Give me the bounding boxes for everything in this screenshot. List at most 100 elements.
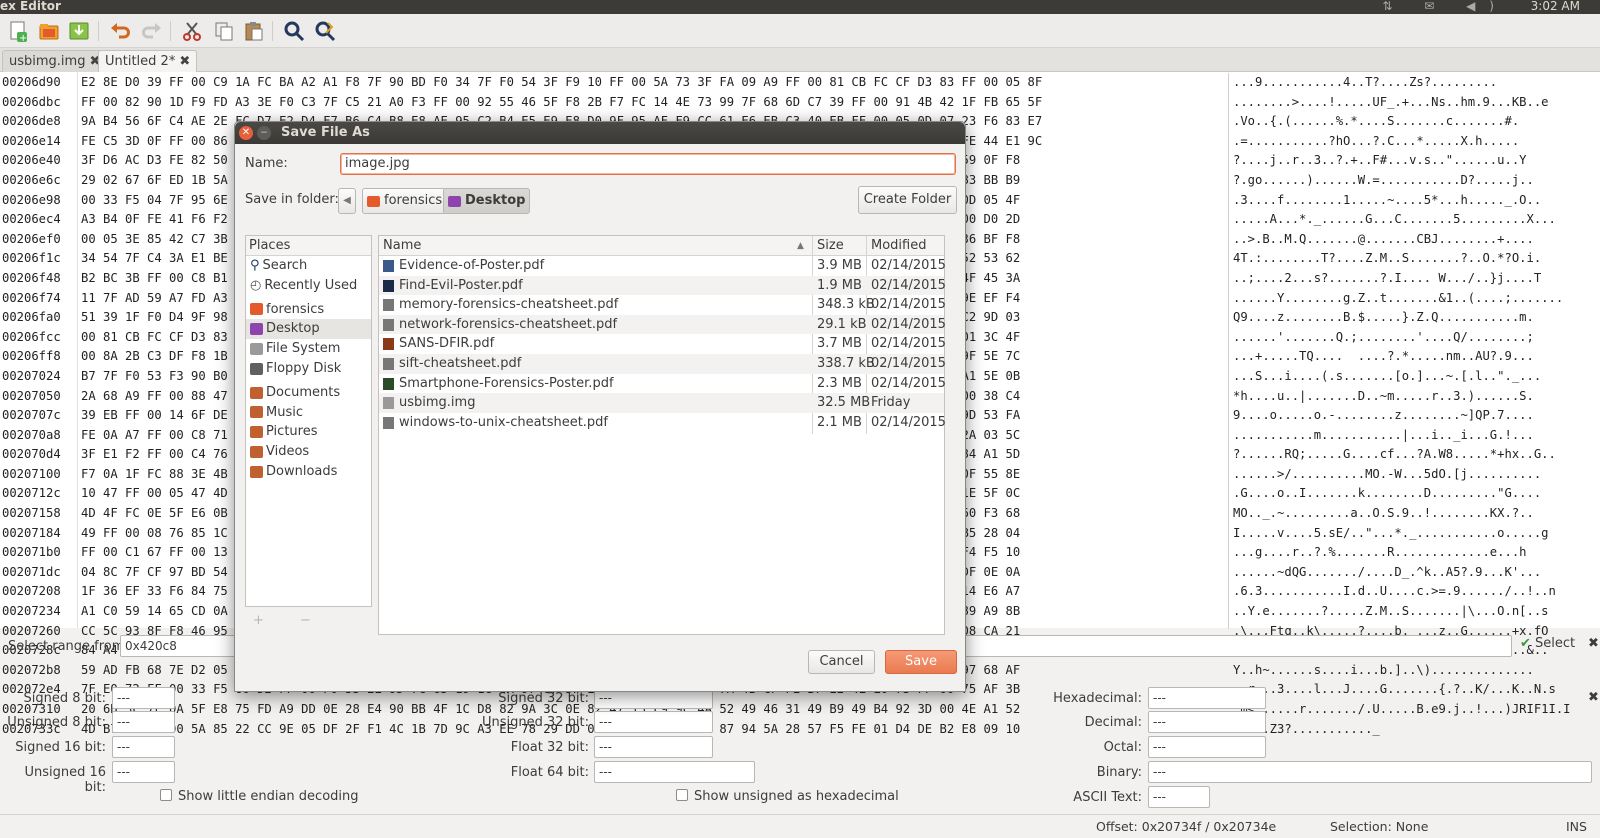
float-32-field[interactable]: --- [594, 736, 713, 758]
close-range-bar-icon[interactable]: ✖ [1588, 636, 1599, 651]
ascii-row[interactable]: ...S...i....(.s.......[o.]...~.[.l.."._.… [1233, 367, 1600, 387]
file-row[interactable]: usbimg.img 32.5 MB Friday [379, 393, 944, 413]
ascii-row[interactable]: ?.go......)......W.=...........D?.....j.… [1233, 171, 1600, 191]
find-icon[interactable] [282, 19, 306, 43]
ascii-row[interactable]: ?......RQ;.....G....cf...?A.W8.....*+hx.… [1233, 445, 1600, 465]
decimal-field[interactable]: --- [1148, 711, 1266, 733]
ascii-row[interactable]: ...g....r..?.%.......R.............e...h [1233, 543, 1600, 563]
place-forensics[interactable]: forensics [246, 300, 371, 320]
ascii-row[interactable]: MO.._.~.........a..O.S.9..!........KX.?.… [1233, 504, 1600, 524]
ascii-row[interactable]: ..Y.e.......?.....Z.M..S.......|\...O.n[… [1233, 602, 1600, 622]
ascii-row[interactable]: .3....f........1.....~....5*...h....._.O… [1233, 191, 1600, 211]
ascii-row[interactable]: .G....o..I.......k........D........."G..… [1233, 484, 1600, 504]
place-pictures[interactable]: Pictures [246, 422, 371, 442]
filename-input[interactable]: image.jpg [340, 153, 956, 175]
place-recently-used[interactable]: ◴ Recently Used [246, 276, 371, 296]
save-icon[interactable] [67, 19, 91, 43]
select-button[interactable]: ✔ Select [1520, 636, 1575, 651]
place-desktop[interactable]: Desktop [246, 319, 371, 340]
ascii-row[interactable]: 4T.:........T?....Z.M..S.......?..O.*?O.… [1233, 249, 1600, 269]
ascii-row[interactable]: ..;....2...s?.......?.I.... W.../..}j...… [1233, 269, 1600, 289]
cancel-button[interactable]: Cancel [808, 650, 875, 674]
place-videos[interactable]: Videos [246, 442, 371, 462]
hex-row[interactable]: FF 00 82 90 1D F9 FD A3 3E F0 C3 7F C5 2… [81, 93, 1221, 113]
path-back-icon[interactable]: ◀ [338, 188, 356, 214]
column-header-name[interactable]: Name [383, 238, 421, 253]
place-documents[interactable]: Documents [246, 383, 371, 403]
binary-field[interactable]: --- [1148, 761, 1592, 783]
new-document-icon[interactable]: + [6, 19, 30, 43]
ascii-row[interactable]: ...........m...........|...i.._i...G.!..… [1233, 426, 1600, 446]
place-music[interactable]: Music [246, 403, 371, 423]
save-button[interactable]: Save [885, 650, 957, 674]
place-file-system[interactable]: File System [246, 339, 371, 359]
ascii-row[interactable]: I.....v....5.sE/.."...*._...........o...… [1233, 524, 1600, 544]
ascii-row[interactable]: ?....j..r..3..?.+..F#...v.s.."......u..Y [1233, 151, 1600, 171]
open-folder-icon[interactable] [37, 19, 61, 43]
ascii-row[interactable]: ...9...........4..T?....Zs?......... [1233, 73, 1600, 93]
ascii-row[interactable]: .Vo..{.(......%.*....S.......c.......#. [1233, 112, 1600, 132]
ascii-row[interactable]: .=...........?hO...?.C...*.....X.h..... [1233, 132, 1600, 152]
ascii-row[interactable]: ......>/..........MO.-W...5dO.[j........… [1233, 465, 1600, 485]
file-list[interactable]: Name ▲ Size Modified Evidence-of-Poster.… [378, 235, 946, 635]
octal-field[interactable]: --- [1148, 736, 1266, 758]
ascii-row[interactable]: Y..h~......s....i...b.]..\).............… [1233, 661, 1600, 681]
place-downloads[interactable]: Downloads [246, 462, 371, 482]
signed-16-field[interactable]: --- [112, 736, 175, 758]
path-crumb-desktop[interactable]: Desktop [443, 188, 531, 214]
redo-icon[interactable] [140, 19, 164, 43]
file-row[interactable]: network-forensics-cheatsheet.pdf 29.1 kB 0… [379, 314, 946, 335]
paste-icon[interactable] [242, 19, 266, 43]
file-row[interactable]: Smartphone-Forensics-Poster.pdf 2.3 MB 02/… [379, 374, 946, 394]
ascii-row[interactable]: M.'..Z3?..........._ [1233, 720, 1600, 740]
hex-row[interactable]: E2 8E D0 39 FF 00 C9 1A FC BA A2 A1 F8 7… [81, 73, 1221, 93]
ascii-row[interactable]: ...+.....TQ.... ....?.*.....nm..AU?.9... [1233, 347, 1600, 367]
ascii-text-field[interactable]: --- [1148, 786, 1210, 808]
dialog-close-icon[interactable]: ✕ [239, 126, 253, 140]
unsigned-16-field[interactable]: --- [112, 761, 175, 783]
system-tray[interactable]: ⇅ ✉ ◀) [1382, 0, 1508, 12]
ascii-row[interactable]: *h....u..|.......D..~m.....r..3.)......S… [1233, 387, 1600, 407]
signed-8-field[interactable]: --- [112, 687, 175, 709]
unsigned-8-field[interactable]: --- [112, 711, 175, 733]
ascii-row[interactable]: .....A...*._......G...C.......5.........… [1233, 210, 1600, 230]
column-header-size[interactable]: Size [817, 238, 844, 253]
close-inspector-icon[interactable]: ✖ [1588, 690, 1599, 705]
unsigned-32-field[interactable]: --- [594, 711, 713, 733]
ascii-row[interactable]: ......~dQG......./....D_.^k..A5?.9...K'.… [1233, 563, 1600, 583]
tab-close-icon[interactable]: ✖ [179, 54, 190, 69]
file-row[interactable]: Find-Evil-Poster.pdf 1.9 MB 02/14/2015 [379, 275, 946, 296]
dialog-minimize-icon[interactable]: − [257, 126, 271, 140]
file-row[interactable]: memory-forensics-cheatsheet.pdf 348.3 kB 0… [379, 295, 946, 315]
ascii-row[interactable]: Q9....z........B.$.....}.Z.Q...........m… [1233, 308, 1600, 328]
little-endian-checkbox[interactable]: Show little endian decoding [160, 789, 359, 804]
places-add-remove-buttons[interactable]: + − [253, 613, 327, 628]
unsigned-hex-checkbox[interactable]: Show unsigned as hexadecimal [676, 789, 899, 804]
find-replace-icon[interactable] [313, 19, 337, 43]
ascii-row[interactable]: 9....o.....o.-........z........~]QP.7...… [1233, 406, 1600, 426]
file-row[interactable]: SANS-DFIR.pdf 3.7 MB 02/14/2015 [379, 334, 946, 354]
float-64-field[interactable]: --- [594, 761, 755, 783]
place-floppy-disk[interactable]: Floppy Disk [246, 359, 371, 379]
file-row[interactable]: windows-to-unix-cheatsheet.pdf 2.1 MB 02/1… [379, 413, 946, 433]
ascii-row[interactable]: ......Y........g.Z..t.......&1..(....;..… [1233, 289, 1600, 309]
copy-icon[interactable] [212, 19, 236, 43]
clock[interactable]: 3:02 AM [1531, 0, 1580, 12]
tab-usbimg[interactable]: usbimg.img ✖ [2, 50, 108, 72]
dialog-titlebar[interactable]: ✕ − Save File As [235, 122, 965, 144]
file-row[interactable]: Evidence-of-Poster.pdf 3.9 MB 02/14/2015 [379, 256, 946, 276]
ascii-row[interactable]: m<......r......./.U.....B.e9.j..!...)JRI… [1233, 700, 1600, 720]
ascii-row[interactable]: ........>....!.....UF_.+...Ns..hm.9...KB… [1233, 93, 1600, 113]
ascii-column[interactable]: ...9...........4..T?....Zs?.............… [1228, 73, 1600, 736]
ascii-row[interactable]: ..>.B..M.Q.......@.......CBJ........+...… [1233, 230, 1600, 250]
create-folder-button[interactable]: Create Folder [858, 186, 957, 214]
undo-icon[interactable] [108, 19, 132, 43]
ascii-row[interactable]: ......'.......Q.;........'....Q/........… [1233, 328, 1600, 348]
ascii-row[interactable]: ..r...3....l...J....G.......{.?..K/...K.… [1233, 680, 1600, 700]
column-header-modified[interactable]: Modified [871, 238, 926, 253]
place-search[interactable]: ⚲ Search [246, 256, 371, 276]
checkbox-box[interactable] [160, 789, 172, 801]
path-crumb-forensics[interactable]: forensics [362, 188, 448, 214]
tab-untitled-2[interactable]: Untitled 2* ✖ [98, 50, 198, 72]
hexadecimal-field[interactable]: --- [1148, 687, 1266, 709]
